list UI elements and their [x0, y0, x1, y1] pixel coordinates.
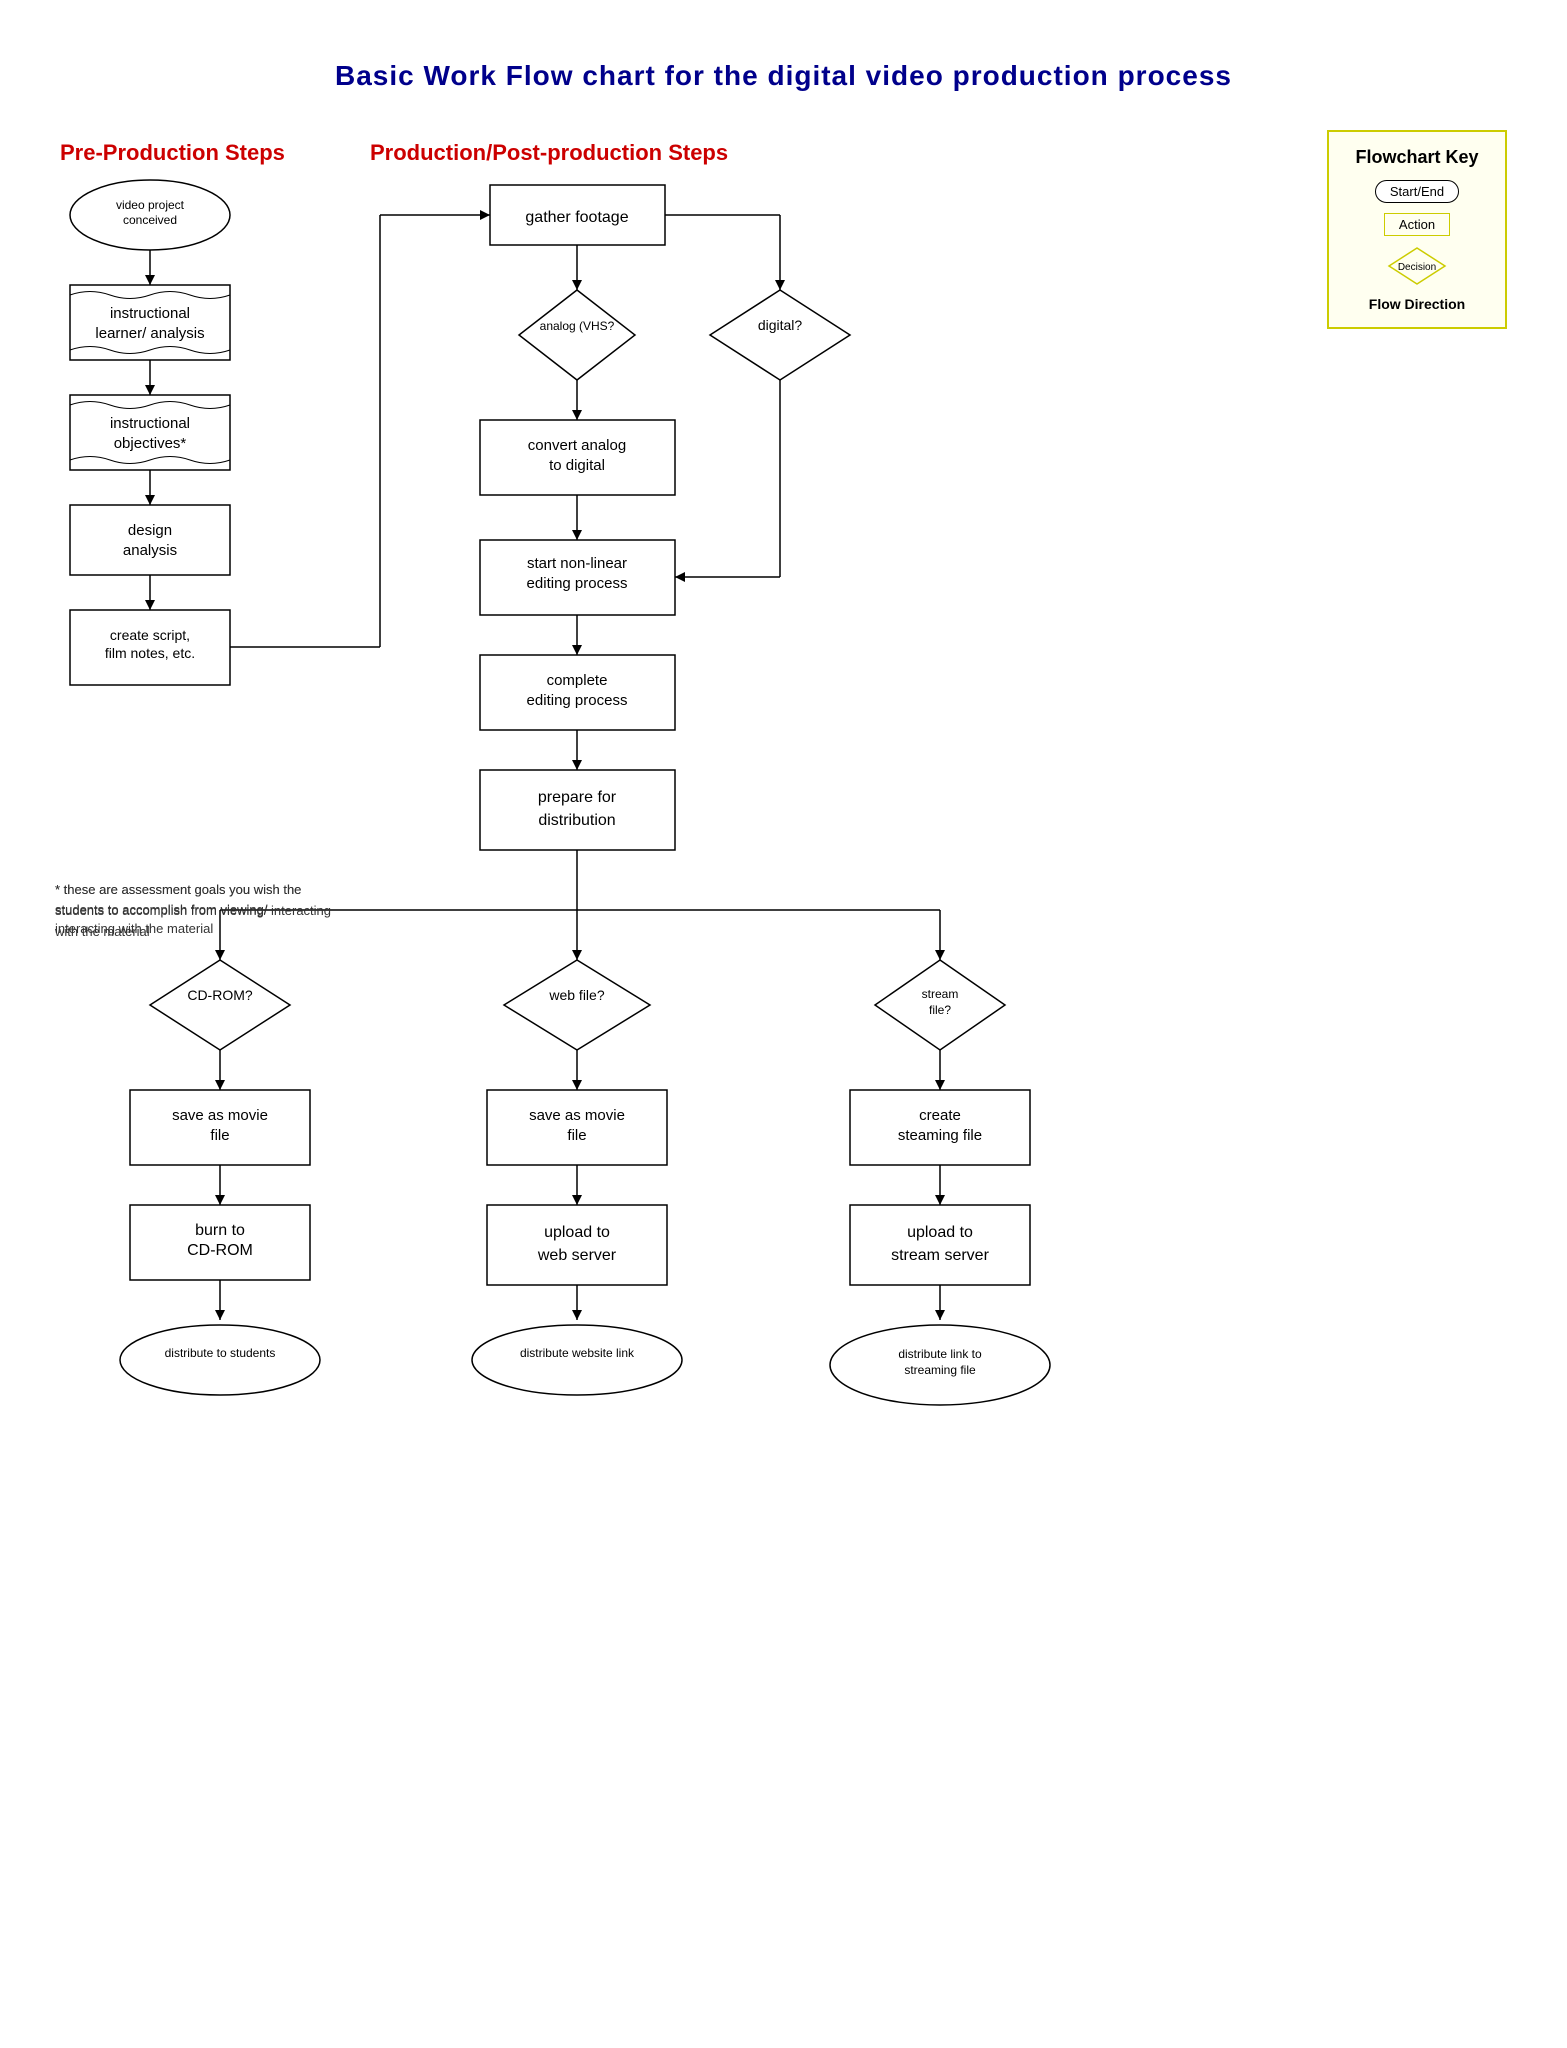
svg-text:instructional: instructional [110, 415, 190, 432]
svg-text:to digital: to digital [549, 457, 605, 474]
svg-text:file?: file? [929, 1003, 951, 1017]
footnote-text: * these are assessment goals you wish th… [55, 880, 345, 942]
svg-text:CD-ROM?: CD-ROM? [187, 987, 253, 1003]
svg-text:editing process: editing process [527, 692, 628, 709]
svg-text:prepare for: prepare for [538, 789, 617, 806]
svg-text:create: create [919, 1107, 961, 1124]
key-decision-item: Decision [1349, 246, 1485, 286]
svg-text:gather footage: gather footage [525, 209, 628, 226]
svg-text:objectives*: objectives* [114, 435, 187, 452]
flowchart-key: Flowchart Key Start/End Action Decision … [1327, 130, 1507, 329]
pre-production-label: Pre-Production Steps [60, 140, 285, 166]
svg-text:convert analog: convert analog [528, 437, 626, 454]
svg-text:digital?: digital? [758, 317, 803, 333]
key-action-item: Action [1349, 213, 1485, 236]
key-title: Flowchart Key [1349, 147, 1485, 168]
svg-text:streaming file: streaming file [904, 1363, 976, 1377]
svg-text:Decision: Decision [1398, 262, 1436, 273]
svg-text:start non-linear: start non-linear [527, 555, 627, 572]
svg-text:save as movie: save as movie [529, 1107, 625, 1124]
svg-text:conceived: conceived [123, 213, 177, 227]
svg-text:stream server: stream server [891, 1247, 989, 1264]
key-action-shape: Action [1384, 213, 1450, 236]
svg-text:web server: web server [537, 1247, 617, 1264]
svg-text:distribute to students: distribute to students [165, 1346, 276, 1360]
svg-text:analysis: analysis [123, 542, 177, 559]
svg-text:distribute website link: distribute website link [520, 1346, 635, 1360]
svg-text:file: file [210, 1127, 229, 1144]
key-flow-label: Flow Direction [1349, 296, 1485, 312]
svg-text:analog (VHS?: analog (VHS? [540, 319, 615, 333]
key-start-end-item: Start/End [1349, 180, 1485, 203]
svg-text:instructional: instructional [110, 305, 190, 322]
svg-text:file: file [567, 1127, 586, 1144]
svg-text:upload to: upload to [907, 1224, 973, 1241]
svg-text:editing process: editing process [527, 575, 628, 592]
svg-text:upload to: upload to [544, 1224, 610, 1241]
svg-text:complete: complete [547, 672, 608, 689]
svg-text:steaming file: steaming file [898, 1127, 982, 1144]
page-title: Basic Work Flow chart for the digital vi… [0, 0, 1567, 122]
svg-text:learner/ analysis: learner/ analysis [95, 325, 204, 342]
key-start-end-shape: Start/End [1375, 180, 1459, 203]
svg-text:CD-ROM: CD-ROM [187, 1242, 253, 1259]
svg-text:design: design [128, 522, 172, 539]
svg-text:video project: video project [116, 198, 185, 212]
svg-text:stream: stream [922, 987, 959, 1001]
production-label: Production/Post-production Steps [370, 140, 728, 166]
svg-text:save as movie: save as movie [172, 1107, 268, 1124]
svg-text:web file?: web file? [548, 987, 604, 1003]
svg-text:create script,: create script, [110, 627, 190, 643]
svg-text:distribution: distribution [538, 812, 615, 829]
svg-text:burn to: burn to [195, 1222, 245, 1239]
svg-text:distribute link to: distribute link to [898, 1347, 982, 1361]
svg-text:film notes, etc.: film notes, etc. [105, 645, 195, 661]
